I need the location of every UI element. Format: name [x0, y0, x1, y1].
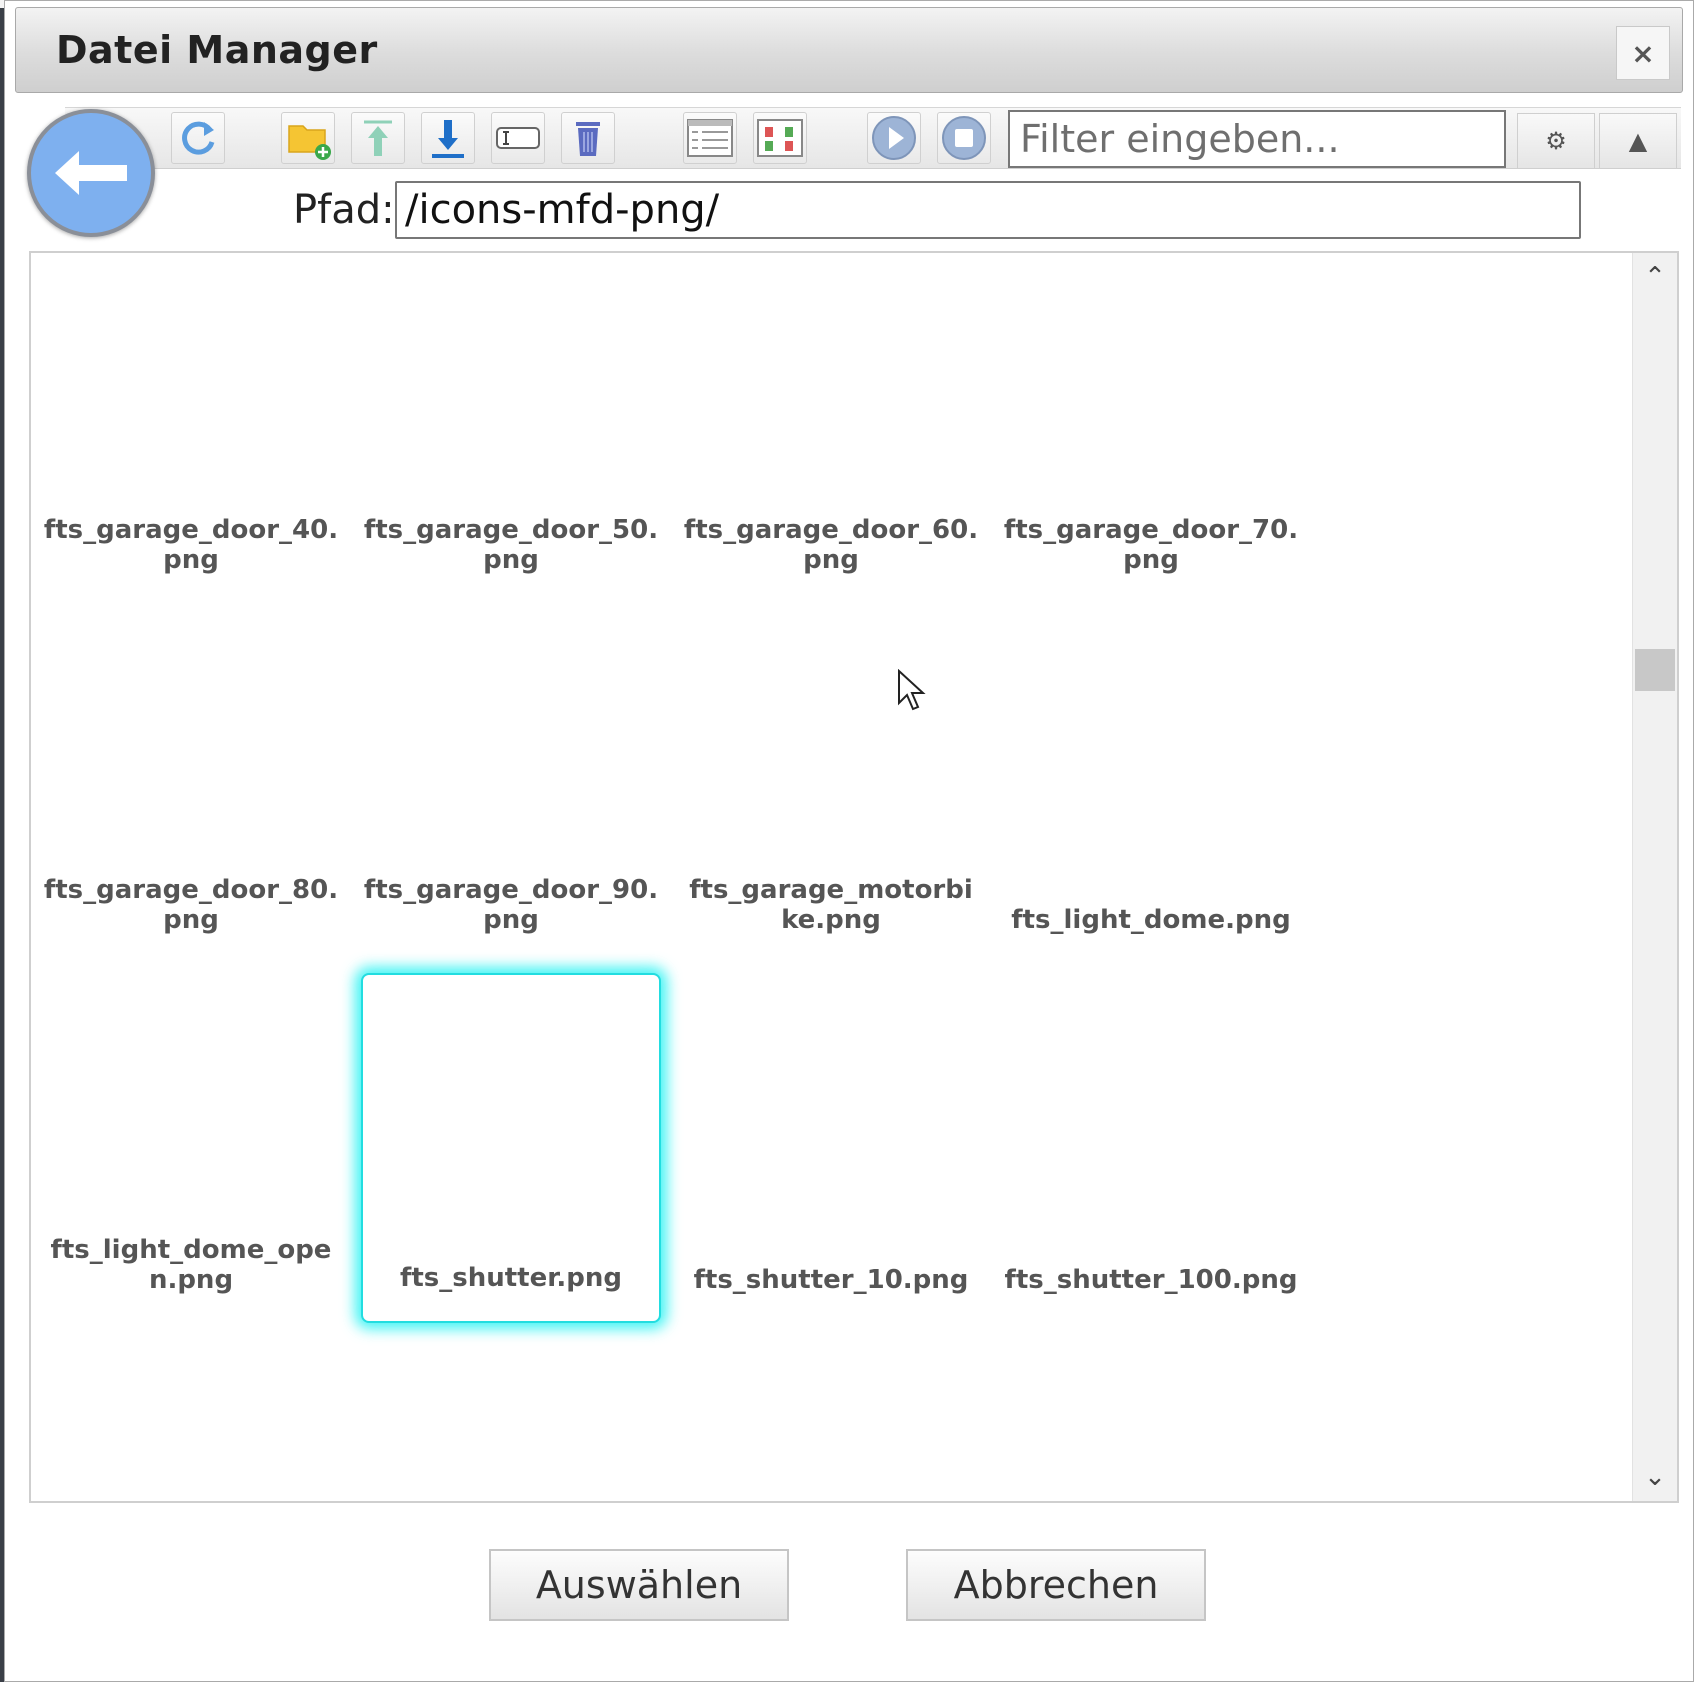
file-name: fts_light_dome.png — [1011, 905, 1291, 935]
select-button[interactable]: Auswählen — [489, 1549, 789, 1621]
arrow-left-icon — [55, 151, 127, 195]
chevron-down-icon: ⌄ — [1644, 1462, 1666, 1492]
list-view-icon — [687, 119, 733, 157]
new-folder-icon — [288, 125, 331, 160]
path-input[interactable] — [395, 181, 1581, 239]
upload-icon — [364, 120, 392, 156]
stop-button[interactable] — [937, 112, 991, 164]
stop-icon — [942, 116, 986, 160]
rename-icon — [496, 127, 540, 149]
file-tile[interactable]: fts_garage_motorbike.png — [681, 613, 981, 963]
select-button-label: Auswählen — [535, 1563, 743, 1607]
file-tile[interactable]: fts_shutter_30.png — [361, 1333, 661, 1501]
file-list: fts_garage_door_40.png fts_garage_door_50… — [29, 251, 1679, 1503]
file-tile[interactable]: fts_shutter_20.png — [41, 1333, 341, 1501]
file-tile[interactable]: fts_garage_door_70.png — [1001, 253, 1301, 603]
file-tile[interactable]: fts_shutter_100.png — [1001, 973, 1301, 1323]
file-tile[interactable]: fts_shutter_10.png — [681, 973, 981, 1323]
file-manager-dialog: Datei Manager × Filter eingeben... ⚙ ▲ P… — [4, 0, 1694, 1682]
file-tile[interactable]: fts_light_dome_open.png — [41, 973, 341, 1323]
file-tile[interactable]: fts_shutter.png — [361, 973, 661, 1323]
delete-button[interactable] — [561, 112, 615, 164]
file-name: fts_shutter.png — [400, 1263, 622, 1293]
refresh-icon — [182, 121, 215, 155]
warning-button[interactable]: ▲ — [1599, 113, 1677, 169]
filter-input[interactable] — [1008, 110, 1506, 168]
file-tile[interactable]: fts_shutter_50.png — [1001, 1333, 1301, 1501]
list-view-button[interactable] — [683, 112, 737, 164]
file-name: fts_garage_door_90.png — [363, 875, 659, 935]
path-label: Pfad: — [293, 187, 395, 233]
rename-button[interactable] — [491, 112, 545, 164]
file-tile[interactable]: fts_garage_door_80.png — [41, 613, 341, 963]
file-tile[interactable]: fts_garage_door_90.png — [361, 613, 661, 963]
tile-view-button[interactable] — [753, 112, 807, 164]
file-tile[interactable]: fts_garage_door_60.png — [681, 253, 981, 603]
dialog-title: Datei Manager — [56, 28, 378, 72]
mouse-cursor-icon — [898, 669, 926, 711]
chevron-up-icon: ⌃ — [1644, 262, 1666, 292]
file-name: fts_garage_door_70.png — [1003, 515, 1299, 575]
scroll-thumb[interactable] — [1635, 649, 1675, 691]
cancel-button[interactable]: Abbrechen — [906, 1549, 1206, 1621]
file-name: fts_garage_door_60.png — [683, 515, 979, 575]
new-folder-button[interactable] — [281, 112, 335, 164]
file-name: fts_garage_door_50.png — [363, 515, 659, 575]
file-tile[interactable]: fts_garage_door_40.png — [41, 253, 341, 603]
file-name: fts_shutter_100.png — [1004, 1265, 1298, 1295]
file-name: fts_shutter_10.png — [693, 1265, 969, 1295]
file-name: fts_garage_door_80.png — [43, 875, 339, 935]
tile-view-icon — [757, 119, 803, 157]
vertical-scrollbar[interactable]: ⌃ ⌄ — [1632, 253, 1677, 1501]
delete-icon — [576, 122, 600, 156]
play-icon — [872, 116, 916, 160]
scroll-down-button[interactable]: ⌄ — [1633, 1457, 1677, 1497]
warning-icon: ▲ — [1628, 127, 1648, 155]
file-name: fts_garage_motorbike.png — [689, 875, 973, 935]
play-button[interactable] — [867, 112, 921, 164]
settings-button[interactable]: ⚙ — [1517, 113, 1595, 169]
dialog-titlebar[interactable]: Datei Manager × — [15, 7, 1683, 93]
gear-icon: ⚙ — [1545, 127, 1567, 155]
download-icon — [432, 120, 464, 158]
back-button[interactable] — [27, 109, 155, 237]
file-tile[interactable]: fts_shutter_40.png — [681, 1333, 981, 1501]
cancel-button-label: Abbrechen — [953, 1563, 1159, 1607]
file-tile[interactable]: fts_garage_door_50.png — [361, 253, 661, 603]
file-name: fts_light_dome_open.png — [50, 1235, 332, 1295]
close-button[interactable]: × — [1616, 26, 1670, 80]
upload-button[interactable] — [351, 112, 405, 164]
refresh-button[interactable] — [171, 112, 225, 164]
close-icon: × — [1631, 36, 1655, 70]
file-name: fts_garage_door_40.png — [43, 515, 339, 575]
download-button[interactable] — [421, 112, 475, 164]
file-tile[interactable]: fts_light_dome.png — [1001, 613, 1301, 963]
scroll-up-button[interactable]: ⌃ — [1633, 257, 1677, 297]
